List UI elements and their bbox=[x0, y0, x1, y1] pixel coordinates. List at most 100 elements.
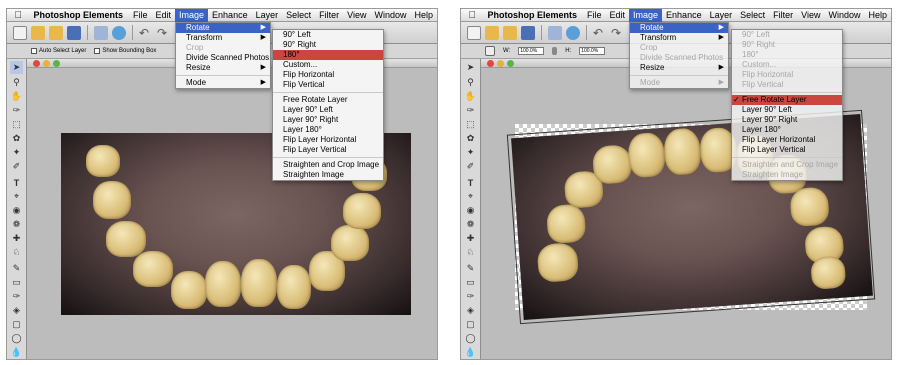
menu-item-layer-90-right[interactable]: Layer 90° Right bbox=[273, 115, 383, 125]
type-tool-icon[interactable]: T bbox=[10, 176, 23, 189]
app-menu[interactable]: Photoshop Elements bbox=[29, 9, 129, 22]
crop-tool-icon[interactable]: ⌖ bbox=[10, 190, 23, 203]
zoom-icon[interactable] bbox=[507, 60, 514, 67]
apple-icon[interactable]:  bbox=[7, 10, 29, 21]
hand-tool-icon[interactable]: ✋ bbox=[10, 90, 23, 103]
link-icon[interactable] bbox=[552, 47, 558, 55]
red-eye-tool-icon[interactable]: ◉ bbox=[10, 204, 23, 217]
menu-layer[interactable]: Layer bbox=[252, 9, 283, 22]
menu-item-resize[interactable]: Resize ▶ bbox=[176, 63, 270, 73]
menu-item-mode[interactable]: Mode ▶ bbox=[176, 78, 270, 88]
menu-window[interactable]: Window bbox=[370, 9, 410, 22]
menu-item-flip-horizontal[interactable]: Flip Horizontal bbox=[273, 70, 383, 80]
crop-tool-icon[interactable]: ⌖ bbox=[464, 190, 477, 203]
paint-bucket-icon[interactable]: ◈ bbox=[464, 304, 477, 317]
hand-tool-icon[interactable]: ✋ bbox=[464, 90, 477, 103]
magic-wand-tool-icon[interactable]: ✦ bbox=[464, 146, 477, 159]
menu-select[interactable]: Select bbox=[282, 9, 315, 22]
width-input[interactable]: 100.0% bbox=[518, 47, 545, 55]
menu-filter[interactable]: Filter bbox=[769, 9, 797, 22]
menu-item-resize[interactable]: Resize ▶ bbox=[630, 63, 728, 73]
print-icon[interactable] bbox=[548, 25, 562, 40]
eyedropper-tool-icon[interactable]: ✑ bbox=[10, 104, 23, 117]
pencil-tool-icon[interactable]: ✎ bbox=[464, 262, 477, 275]
gradient-tool-icon[interactable]: ▢ bbox=[464, 318, 477, 331]
menu-help[interactable]: Help bbox=[410, 9, 437, 22]
paint-bucket-icon[interactable]: ◈ bbox=[10, 304, 23, 317]
web-icon[interactable] bbox=[112, 25, 126, 40]
menu-view[interactable]: View bbox=[797, 9, 824, 22]
menu-item-flip-vertical[interactable]: Flip Vertical bbox=[273, 80, 383, 90]
reference-point-icon[interactable] bbox=[485, 46, 495, 56]
show-bounding-box-checkbox[interactable]: Show Bounding Box bbox=[94, 48, 156, 54]
menu-item-layer-90-left[interactable]: Layer 90° Left bbox=[273, 105, 383, 115]
magic-wand-tool-icon[interactable]: ✦ bbox=[10, 146, 23, 159]
selection-brush-icon[interactable]: ✐ bbox=[464, 160, 477, 173]
eraser-tool-icon[interactable]: ▭ bbox=[10, 276, 23, 289]
undo-icon[interactable]: ↶ bbox=[139, 26, 153, 40]
menu-image[interactable]: Image bbox=[175, 9, 209, 22]
save-icon[interactable] bbox=[521, 25, 535, 40]
save-icon[interactable] bbox=[67, 25, 81, 40]
redo-icon[interactable]: ↷ bbox=[611, 26, 625, 40]
menu-help[interactable]: Help bbox=[864, 9, 891, 22]
open-folder-icon[interactable] bbox=[31, 25, 45, 40]
menu-item-rotate[interactable]: Rotate ▶ bbox=[176, 23, 270, 33]
close-icon[interactable] bbox=[33, 60, 40, 67]
minimize-icon[interactable] bbox=[43, 60, 50, 67]
redo-icon[interactable]: ↷ bbox=[157, 26, 171, 40]
new-icon[interactable] bbox=[13, 25, 27, 40]
healing-brush-icon[interactable]: ✚ bbox=[464, 232, 477, 245]
zoom-tool-icon[interactable]: ⚲ bbox=[464, 76, 477, 89]
menu-item-layer-90-right[interactable]: Layer 90° Right bbox=[732, 115, 842, 125]
menu-edit[interactable]: Edit bbox=[606, 9, 630, 22]
move-tool-icon[interactable]: ➤ bbox=[464, 61, 477, 74]
web-icon[interactable] bbox=[566, 25, 580, 40]
shape-tool-icon[interactable]: ◯ bbox=[10, 332, 23, 345]
menu-item-layer-180[interactable]: Layer 180° bbox=[273, 125, 383, 135]
clone-stamp-icon[interactable]: ♘ bbox=[10, 246, 23, 259]
marquee-tool-icon[interactable]: ⬚ bbox=[10, 118, 23, 131]
menu-item-divide-scanned-photos[interactable]: Divide Scanned Photos bbox=[176, 53, 270, 63]
eraser-tool-icon[interactable]: ▭ bbox=[464, 276, 477, 289]
app-menu[interactable]: Photoshop Elements bbox=[483, 9, 583, 22]
menu-layer[interactable]: Layer bbox=[706, 9, 737, 22]
menu-enhance[interactable]: Enhance bbox=[662, 9, 706, 22]
menu-enhance[interactable]: Enhance bbox=[208, 9, 252, 22]
close-icon[interactable] bbox=[487, 60, 494, 67]
lasso-tool-icon[interactable]: ✿ bbox=[464, 132, 477, 145]
selection-brush-icon[interactable]: ✐ bbox=[10, 160, 23, 173]
menu-item-straighten-and-crop[interactable]: Straighten and Crop Image bbox=[273, 160, 383, 170]
auto-select-layer-checkbox[interactable]: Auto Select Layer bbox=[31, 48, 86, 54]
menu-item-transform[interactable]: Transform ▶ bbox=[630, 33, 728, 43]
menu-item-180[interactable]: 180° bbox=[273, 50, 383, 60]
clone-stamp-icon[interactable]: ♘ bbox=[464, 246, 477, 259]
eyedropper-tool-icon[interactable]: ✑ bbox=[464, 104, 477, 117]
browse-icon[interactable] bbox=[503, 25, 517, 40]
zoom-tool-icon[interactable]: ⚲ bbox=[10, 76, 23, 89]
menu-item-90-left[interactable]: 90° Left bbox=[273, 30, 383, 40]
menu-item-flip-layer-horizontal[interactable]: Flip Layer Horizontal bbox=[273, 135, 383, 145]
menu-image[interactable]: Image bbox=[629, 9, 663, 22]
undo-icon[interactable]: ↶ bbox=[593, 26, 607, 40]
cookie-cutter-icon[interactable]: ❁ bbox=[464, 218, 477, 231]
menu-item-flip-layer-horizontal[interactable]: Flip Layer Horizontal bbox=[732, 135, 842, 145]
menu-filter[interactable]: Filter bbox=[315, 9, 343, 22]
red-eye-tool-icon[interactable]: ◉ bbox=[464, 204, 477, 217]
menu-item-flip-layer-vertical[interactable]: Flip Layer Vertical bbox=[732, 145, 842, 155]
move-tool-icon[interactable]: ➤ bbox=[10, 61, 23, 74]
lasso-tool-icon[interactable]: ✿ bbox=[10, 132, 23, 145]
open-folder-icon[interactable] bbox=[485, 25, 499, 40]
menu-item-free-rotate-layer[interactable]: Free Rotate Layer bbox=[273, 95, 383, 105]
menu-item-90-right[interactable]: 90° Right bbox=[273, 40, 383, 50]
brush-tool-icon[interactable]: ✑ bbox=[464, 290, 477, 303]
menu-file[interactable]: File bbox=[583, 9, 606, 22]
menu-edit[interactable]: Edit bbox=[152, 9, 176, 22]
type-tool-icon[interactable]: T bbox=[464, 176, 477, 189]
minimize-icon[interactable] bbox=[497, 60, 504, 67]
blur-tool-icon[interactable]: 💧 bbox=[464, 346, 477, 359]
menu-item-rotate[interactable]: Rotate ▶ bbox=[630, 23, 728, 33]
menu-select[interactable]: Select bbox=[736, 9, 769, 22]
zoom-icon[interactable] bbox=[53, 60, 60, 67]
healing-brush-icon[interactable]: ✚ bbox=[10, 232, 23, 245]
